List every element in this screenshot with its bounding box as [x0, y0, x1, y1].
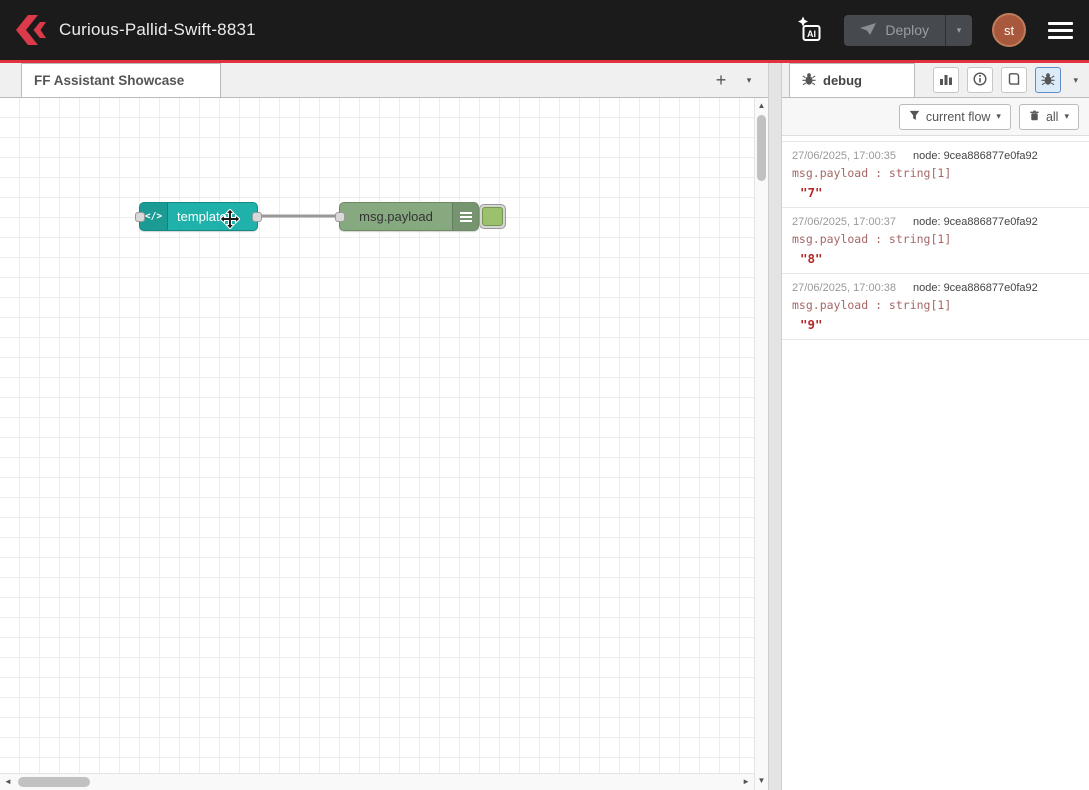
chevron-down-icon: ▾	[996, 111, 1001, 122]
sidebar-tab-help[interactable]	[1001, 67, 1027, 93]
header-actions: AI Deploy ▾ st	[794, 13, 1075, 47]
message-value[interactable]: "7"	[792, 185, 1079, 200]
message-node-id: node: 9cea886877e0fa92	[913, 282, 1038, 294]
debug-message[interactable]: 27/06/2025, 17:00:37 node: 9cea886877e0f…	[782, 208, 1089, 274]
hamburger-icon	[1048, 22, 1073, 25]
horizontal-scroll-thumb[interactable]	[18, 777, 90, 787]
ai-assistant-icon: AI	[794, 15, 824, 45]
debug-enable-toggle[interactable]	[479, 204, 506, 229]
debug-clear-button[interactable]: all ▾	[1019, 104, 1079, 130]
debug-message[interactable]: 27/06/2025, 17:00:38 node: 9cea886877e0f…	[782, 274, 1089, 340]
message-property[interactable]: msg.payload : string[1]	[792, 232, 1079, 246]
message-property[interactable]: msg.payload : string[1]	[792, 298, 1079, 312]
workspace-tab-label: FF Assistant Showcase	[34, 73, 184, 88]
deploy-options-button[interactable]: ▾	[945, 15, 972, 46]
chevron-down-icon: ▾	[957, 25, 962, 35]
scroll-right-icon[interactable]: ►	[742, 774, 750, 790]
debug-filter-label: current flow	[926, 110, 991, 124]
deploy-button-group: Deploy ▾	[844, 15, 972, 46]
scroll-left-icon[interactable]: ◄	[4, 774, 12, 790]
workspace-tabbar: FF Assistant Showcase + ▾	[0, 63, 768, 98]
bug-icon	[1041, 72, 1055, 89]
sidebar-tab-dashboard[interactable]	[933, 67, 959, 93]
message-value[interactable]: "8"	[792, 251, 1079, 266]
message-node-id: node: 9cea886877e0fa92	[913, 216, 1038, 228]
sidebar-tab-info[interactable]	[967, 67, 993, 93]
trash-icon	[1029, 110, 1040, 124]
vertical-scrollbar[interactable]: ▲ ▼	[754, 98, 768, 790]
scroll-down-icon[interactable]: ▼	[755, 774, 768, 788]
flowfuse-logo-icon[interactable]	[14, 15, 46, 45]
message-value[interactable]: "9"	[792, 317, 1079, 332]
bug-icon	[802, 72, 816, 89]
debug-console-icon	[452, 203, 478, 230]
main-area: FF Assistant Showcase + ▾ </> template	[0, 63, 1089, 790]
message-timestamp: 27/06/2025, 17:00:35	[792, 150, 896, 162]
sidebar-tab-debug-icon[interactable]	[1035, 67, 1061, 93]
add-flow-button[interactable]: +	[708, 67, 734, 93]
wire-layer	[0, 98, 768, 773]
workspace-tab-actions: + ▾	[708, 63, 768, 97]
workspace-tab-active[interactable]: FF Assistant Showcase	[21, 63, 221, 97]
debug-filter-button[interactable]: current flow ▾	[899, 104, 1011, 130]
deploy-icon	[860, 22, 876, 38]
workspace: FF Assistant Showcase + ▾ </> template	[0, 63, 768, 790]
scroll-up-icon[interactable]: ▲	[755, 99, 768, 113]
template-node-label: template	[168, 209, 227, 224]
book-icon	[1007, 72, 1021, 89]
template-output-port[interactable]	[252, 212, 262, 222]
chevron-down-icon: ▾	[1064, 111, 1069, 122]
debug-toggle-indicator	[482, 207, 503, 226]
user-avatar[interactable]: st	[992, 13, 1026, 47]
debug-message-list: 27/06/2025, 17:00:35 node: 9cea886877e0f…	[782, 136, 1089, 790]
node-red-app: Curious-Pallid-Swift-8831 AI Deploy ▾	[0, 0, 1089, 790]
flow-canvas[interactable]: </> template msg.payload	[0, 98, 768, 773]
message-meta: 27/06/2025, 17:00:38 node: 9cea886877e0f…	[792, 282, 1079, 294]
horizontal-scrollbar[interactable]: ◄ ►	[0, 773, 754, 790]
message-timestamp: 27/06/2025, 17:00:37	[792, 216, 896, 228]
message-node-id: node: 9cea886877e0fa92	[913, 150, 1038, 162]
deploy-button[interactable]: Deploy	[844, 15, 945, 46]
flowfuse-logo-svg	[14, 15, 46, 45]
svg-text:AI: AI	[807, 29, 816, 39]
debug-message[interactable]: 27/06/2025, 17:00:35 node: 9cea886877e0f…	[782, 141, 1089, 208]
chevron-down-icon: ▾	[747, 75, 752, 86]
instance-title: Curious-Pallid-Swift-8831	[59, 20, 256, 40]
debug-node-label: msg.payload	[340, 209, 452, 224]
sidebar-tabbar: debug	[782, 63, 1089, 98]
template-input-port[interactable]	[135, 212, 145, 222]
main-menu-button[interactable]	[1046, 18, 1075, 43]
filter-icon	[909, 110, 920, 124]
sidebar-menu-button[interactable]: ▾	[1069, 71, 1082, 90]
message-timestamp: 27/06/2025, 17:00:38	[792, 282, 896, 294]
sidebar-tab-icons: ▾	[933, 63, 1089, 97]
ai-assistant-button[interactable]: AI	[794, 15, 824, 45]
debug-input-port[interactable]	[335, 212, 345, 222]
debug-toolbar: current flow ▾ all ▾	[782, 98, 1089, 136]
header: Curious-Pallid-Swift-8831 AI Deploy ▾	[0, 0, 1089, 63]
deploy-label: Deploy	[885, 22, 929, 38]
plus-icon: +	[716, 70, 727, 91]
debug-node[interactable]: msg.payload	[339, 202, 479, 231]
sidebar: debug	[782, 63, 1089, 790]
sidebar-tab-debug[interactable]: debug	[789, 63, 915, 97]
info-icon	[973, 72, 987, 89]
flow-list-button[interactable]: ▾	[736, 67, 762, 93]
message-meta: 27/06/2025, 17:00:37 node: 9cea886877e0f…	[792, 216, 1079, 228]
message-meta: 27/06/2025, 17:00:35 node: 9cea886877e0f…	[792, 150, 1079, 162]
bar-chart-icon	[939, 72, 953, 89]
chevron-down-icon: ▾	[1073, 75, 1078, 85]
sidebar-tab-label: debug	[823, 73, 862, 88]
sidebar-splitter[interactable]	[768, 63, 782, 790]
message-property[interactable]: msg.payload : string[1]	[792, 166, 1079, 180]
debug-clear-label: all	[1046, 110, 1059, 124]
template-node[interactable]: </> template	[139, 202, 258, 231]
vertical-scroll-thumb[interactable]	[757, 115, 766, 181]
